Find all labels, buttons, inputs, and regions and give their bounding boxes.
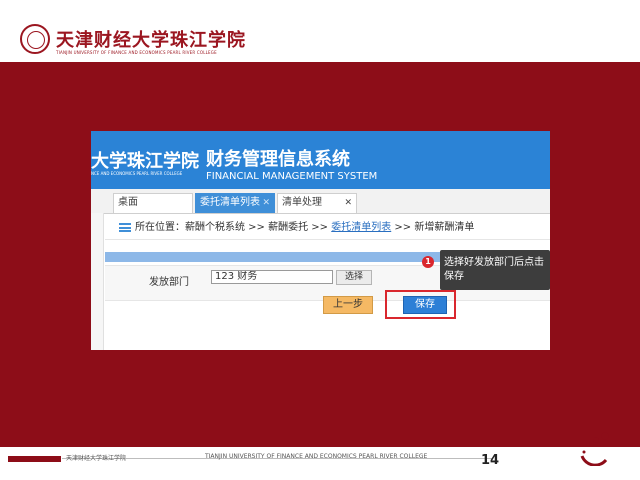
- corner-logo-icon: [580, 432, 609, 466]
- breadcrumb-link-commission-list[interactable]: 委托清单列表: [331, 222, 391, 233]
- app-logo-en: NCE AND ECONOMICS PEARL RIVER COLLEGE: [91, 171, 183, 176]
- step-badge: 1: [422, 256, 434, 268]
- prev-step-button[interactable]: 上一步: [323, 296, 373, 314]
- app-header: 大学珠江学院 NCE AND ECONOMICS PEARL RIVER COL…: [91, 131, 550, 189]
- university-seal-icon: [20, 24, 50, 54]
- app-screenshot: 大学珠江学院 NCE AND ECONOMICS PEARL RIVER COL…: [91, 131, 550, 350]
- breadcrumb-part2: >> 新增薪酬清单: [391, 222, 475, 233]
- dept-input[interactable]: 123 财务: [211, 270, 333, 284]
- tab-label: 清单处理: [282, 197, 322, 208]
- system-subtitle: FINANCIAL MANAGEMENT SYSTEM: [206, 171, 378, 182]
- slide-header: 天津财经大学珠江学院 TIANJIN UNIVERSITY OF FINANCE…: [0, 0, 640, 62]
- tab-bar: 桌面 委托清单列表 ✕ 清单处理 ✕: [91, 189, 550, 214]
- footer-university-en: TIANJIN UNIVERSITY OF FINANCE AND ECONOM…: [205, 453, 428, 460]
- close-icon[interactable]: ✕: [262, 194, 270, 212]
- app-logo-cn: 大学珠江学院: [91, 151, 199, 172]
- tab-commission-list[interactable]: 委托清单列表 ✕: [195, 193, 275, 213]
- sidebar-strip: [91, 213, 104, 350]
- tab-label: 桌面: [118, 197, 138, 208]
- list-icon: [119, 223, 131, 232]
- system-title: 财务管理信息系统: [206, 149, 350, 170]
- tab-list-processing[interactable]: 清单处理 ✕: [277, 193, 357, 213]
- breadcrumb-prefix: 所在位置：: [135, 222, 185, 233]
- footer-accent: [8, 456, 61, 462]
- dept-label: 发放部门: [149, 277, 189, 288]
- breadcrumb-text: 所在位置：薪酬个税系统 >> 薪酬委托 >> 委托清单列表 >> 新增薪酬清单: [135, 217, 474, 239]
- university-name-en: TIANJIN UNIVERSITY OF FINANCE AND ECONOM…: [56, 50, 217, 55]
- close-icon[interactable]: ✕: [344, 194, 352, 212]
- save-button[interactable]: 保存: [403, 296, 447, 314]
- tooltip-text: 选择好发放部门后点击保存: [444, 257, 544, 282]
- tab-label: 委托清单列表: [200, 197, 260, 208]
- breadcrumb-part1: 薪酬个税系统 >> 薪酬委托 >>: [185, 222, 332, 233]
- breadcrumb: 所在位置：薪酬个税系统 >> 薪酬委托 >> 委托清单列表 >> 新增薪酬清单: [105, 217, 550, 240]
- tab-desktop[interactable]: 桌面: [113, 193, 193, 213]
- page-number: 14: [481, 453, 500, 468]
- select-button[interactable]: 选择: [336, 270, 372, 285]
- university-name-cn: 天津财经大学珠江学院: [56, 30, 246, 51]
- footer-university-cn: 天津财经大学珠江学院: [66, 455, 127, 462]
